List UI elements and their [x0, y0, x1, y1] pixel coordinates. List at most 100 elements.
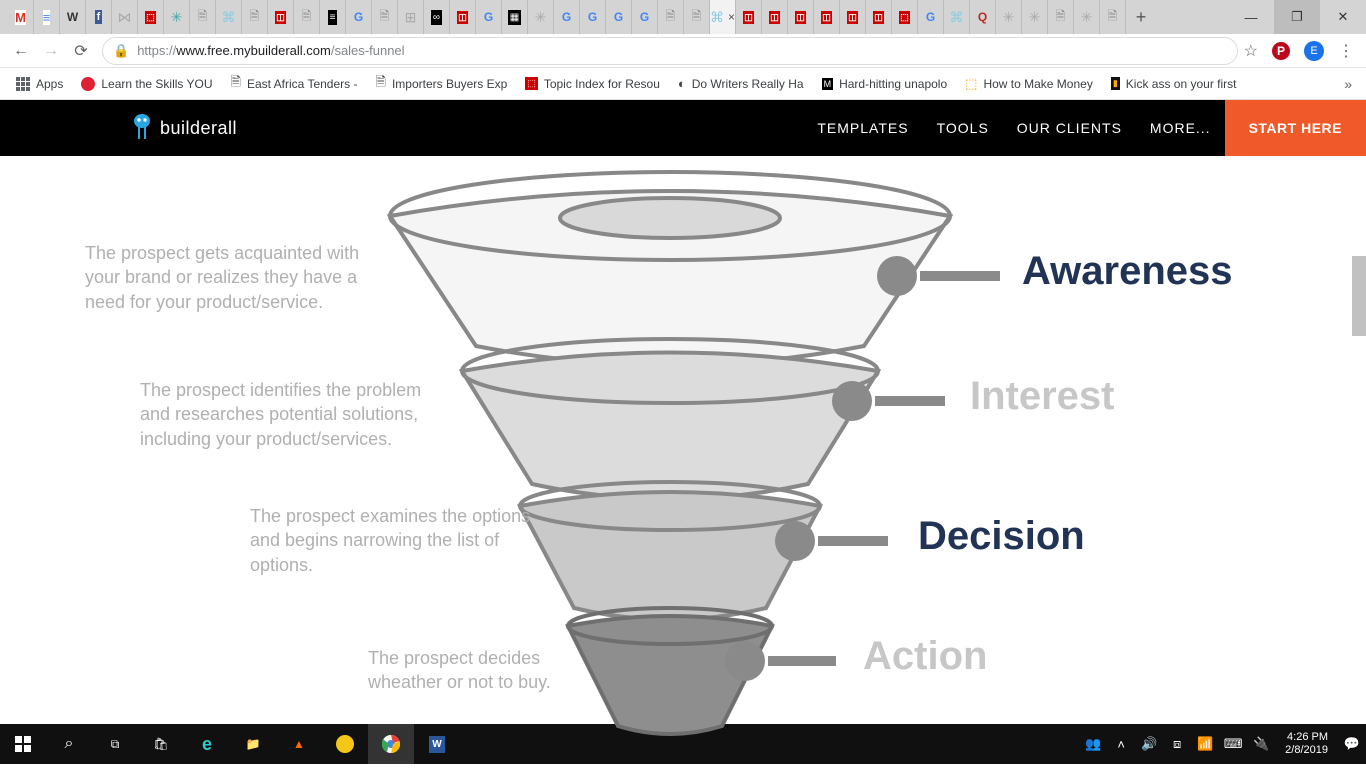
tab-current[interactable]: ⌘× [710, 0, 736, 34]
back-button[interactable]: ← [6, 42, 36, 60]
tab-35[interactable]: ⬚ [892, 0, 918, 34]
reload-button[interactable]: ⟳ [66, 41, 96, 61]
window-restore-button[interactable]: ❐ [1274, 0, 1320, 34]
tab-42[interactable]: ✳ [1074, 0, 1100, 34]
browser-tab-strip: M ≡ W f ⋈ ⬚ ✳ 🗎 ⌘ 🗎 ◫ 🗎 ≡ G 🗎 ⊞ ∞ ◫ G ▦ … [0, 0, 1366, 34]
tab-38[interactable]: Q [970, 0, 996, 34]
bookmark-2[interactable]: 🗎East Africa Tenders - [225, 73, 364, 95]
tab-5[interactable]: ⋈ [112, 0, 138, 34]
action-bar-icon [768, 656, 836, 666]
tab-10[interactable]: 🗎 [242, 0, 268, 34]
tab-14[interactable]: G [346, 0, 372, 34]
action-center-icon[interactable]: 💬 [1338, 736, 1366, 752]
tab-41[interactable]: 🗎 [1048, 0, 1074, 34]
awareness-dot-icon [877, 256, 917, 296]
tray-volume-icon[interactable]: 🔊 [1135, 736, 1163, 752]
tab-36[interactable]: G [918, 0, 944, 34]
tab-gmail[interactable]: M [8, 0, 34, 34]
bookmark-6[interactable]: MHard-hitting unapolo [816, 77, 954, 91]
tray-power-icon[interactable]: 🔌 [1247, 736, 1275, 752]
action-dot-icon [725, 641, 765, 681]
tab-40[interactable]: ✳ [1022, 0, 1048, 34]
tab-43[interactable]: 🗎 [1100, 0, 1126, 34]
tab-docs[interactable]: ≡ [34, 0, 60, 34]
tab-w[interactable]: W [60, 0, 86, 34]
decision-dot-icon [775, 521, 815, 561]
nav-our-clients[interactable]: OUR CLIENTS [1003, 100, 1136, 156]
tab-39[interactable]: ✳ [996, 0, 1022, 34]
tab-29[interactable]: ◫ [736, 0, 762, 34]
tab-18[interactable]: ◫ [450, 0, 476, 34]
interest-dot-icon [832, 381, 872, 421]
search-button[interactable]: ⌕ [46, 724, 92, 764]
new-tab-button[interactable]: + [1126, 0, 1156, 34]
bookmark-5[interactable]: ◐Do Writers Really Ha [672, 76, 810, 91]
tray-dropbox-icon[interactable]: ⧈ [1163, 736, 1191, 752]
bookmark-4[interactable]: ⬚Topic Index for Resou [519, 77, 666, 91]
tab-8[interactable]: 🗎 [190, 0, 216, 34]
tray-wifi-icon[interactable]: 📶 [1191, 736, 1219, 752]
tab-37[interactable]: ⌘ [944, 0, 970, 34]
bookmark-3[interactable]: 🗎Importers Buyers Exp [369, 73, 513, 95]
tab-21[interactable]: ✳ [528, 0, 554, 34]
tab-30[interactable]: ◫ [762, 0, 788, 34]
clock-time: 4:26 PM [1285, 731, 1328, 744]
taskbar-clock[interactable]: 4:26 PM 2/8/2019 [1275, 731, 1338, 757]
tab-15[interactable]: 🗎 [372, 0, 398, 34]
bookmark-7[interactable]: ⬚How to Make Money [959, 76, 1099, 92]
tab-25[interactable]: G [632, 0, 658, 34]
tray-keyboard-icon[interactable]: ⌨ [1219, 736, 1247, 752]
tab-7[interactable]: ✳ [164, 0, 190, 34]
tab-13[interactable]: ≡ [320, 0, 346, 34]
window-minimize-button[interactable]: — [1228, 0, 1274, 34]
nav-tools[interactable]: TOOLS [923, 100, 1003, 156]
builderall-logo[interactable]: builderall [130, 113, 237, 143]
tab-20[interactable]: ▦ [502, 0, 528, 34]
tray-people-icon[interactable]: 👥 [1079, 736, 1107, 752]
tab-19[interactable]: G [476, 0, 502, 34]
address-bar[interactable]: 🔒 https://www.free.mybuilderall.com/sale… [102, 37, 1238, 65]
tab-24[interactable]: G [606, 0, 632, 34]
bookmarks-overflow-icon[interactable]: » [1344, 76, 1356, 92]
tab-26[interactable]: 🗎 [658, 0, 684, 34]
nav-start-here-button[interactable]: START HERE [1225, 100, 1366, 156]
scrollbar-thumb[interactable] [1352, 256, 1366, 336]
tab-31[interactable]: ◫ [788, 0, 814, 34]
bookmark-8[interactable]: ▮Kick ass on your first [1105, 77, 1243, 91]
tab-11[interactable]: ◫ [268, 0, 294, 34]
taskbar-app-2[interactable] [322, 724, 368, 764]
apps-button[interactable]: Apps [10, 77, 69, 91]
start-button[interactable] [0, 724, 46, 764]
tray-overflow-icon[interactable]: ˄ [1107, 737, 1135, 752]
bookmarks-bar: Apps Learn the Skills YOU 🗎East Africa T… [0, 68, 1366, 100]
tab-6[interactable]: ⬚ [138, 0, 164, 34]
tab-16[interactable]: ⊞ [398, 0, 424, 34]
taskbar-explorer[interactable]: 📁 [230, 724, 276, 764]
window-close-button[interactable]: ✕ [1320, 0, 1366, 34]
tab-22[interactable]: G [554, 0, 580, 34]
tab-27[interactable]: 🗎 [684, 0, 710, 34]
tab-17[interactable]: ∞ [424, 0, 450, 34]
chrome-menu-icon[interactable]: ⋮ [1338, 41, 1354, 61]
bookmark-star-icon[interactable]: ☆ [1244, 41, 1258, 61]
tab-facebook[interactable]: f [86, 0, 112, 34]
pinterest-extension-icon[interactable]: P [1272, 42, 1290, 60]
forward-button[interactable]: → [36, 42, 66, 60]
bookmark-1[interactable]: Learn the Skills YOU [75, 77, 218, 91]
profile-avatar[interactable]: E [1304, 41, 1324, 61]
taskbar-edge[interactable]: e [184, 724, 230, 764]
tab-32[interactable]: ◫ [814, 0, 840, 34]
tab-34[interactable]: ◫ [866, 0, 892, 34]
interest-description: The prospect identifies the problem and … [140, 378, 450, 451]
nav-more[interactable]: MORE... [1136, 100, 1225, 156]
tab-12[interactable]: 🗎 [294, 0, 320, 34]
tab-33[interactable]: ◫ [840, 0, 866, 34]
url-host: www.free.mybuilderall.com [176, 43, 331, 58]
taskbar-store[interactable]: 🛍 [138, 724, 184, 764]
close-tab-icon[interactable]: × [728, 10, 735, 24]
tab-23[interactable]: G [580, 0, 606, 34]
nav-templates[interactable]: TEMPLATES [803, 100, 922, 156]
taskbar-vlc[interactable]: ▲ [276, 724, 322, 764]
tab-9[interactable]: ⌘ [216, 0, 242, 34]
task-view-button[interactable]: ⧉ [92, 724, 138, 764]
